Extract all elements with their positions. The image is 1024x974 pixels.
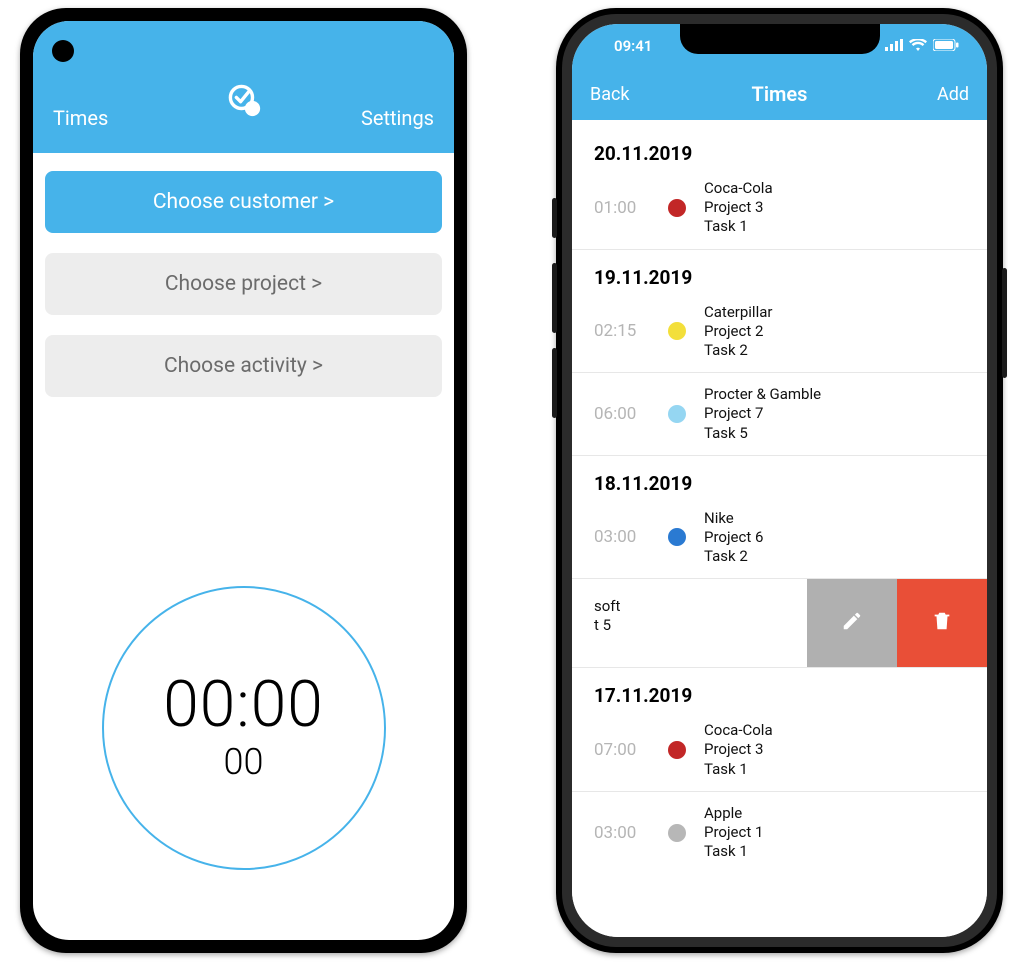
timer-sub-value: 00	[224, 741, 264, 783]
android-phone-mockup: Times Settings Choose customer > Choose …	[20, 8, 467, 953]
battery-icon	[933, 37, 959, 55]
color-dot	[668, 199, 686, 217]
app-logo-icon	[227, 83, 261, 117]
color-dot	[668, 405, 686, 423]
color-dot	[668, 322, 686, 340]
section-date: 18.11.2019	[572, 456, 987, 497]
entry-task: Task 1	[704, 760, 773, 779]
section-date: 19.11.2019	[572, 250, 987, 291]
section-date: 20.11.2019	[572, 120, 987, 167]
entry-task: Task 1	[704, 217, 773, 236]
peek-line2: t 5	[594, 616, 611, 634]
time-entry-swiped[interactable]: softt 5	[572, 579, 987, 667]
entry-project: Project 3	[704, 740, 773, 759]
entry-customer: Nike	[704, 509, 763, 528]
time-entry[interactable]: 07:00 Coca-ColaProject 3Task 1	[572, 709, 987, 791]
section-date: 17.11.2019	[572, 668, 987, 709]
color-dot	[668, 528, 686, 546]
choose-customer-button[interactable]: Choose customer >	[45, 171, 442, 233]
time-entry[interactable]: 06:00 Procter & GambleProject 7Task 5	[572, 373, 987, 455]
trash-icon	[931, 610, 953, 636]
entry-task: Task 5	[704, 424, 821, 443]
entry-duration: 01:00	[594, 198, 650, 218]
choose-project-button[interactable]: Choose project >	[45, 253, 442, 315]
pencil-icon	[841, 610, 863, 636]
time-entry[interactable]: 01:00 Coca-ColaProject 3Task 1	[572, 167, 987, 249]
right-header: Back Times Add	[572, 68, 987, 120]
entry-customer: Apple	[704, 804, 763, 823]
entry-project: Project 1	[704, 823, 763, 842]
entry-duration: 07:00	[594, 740, 650, 760]
entry-duration: 02:15	[594, 321, 650, 341]
entry-project: Project 3	[704, 198, 773, 217]
edit-action-button[interactable]	[807, 579, 897, 667]
time-entry[interactable]: 02:15 CaterpillarProject 2Task 2	[572, 291, 987, 373]
choose-activity-button[interactable]: Choose activity >	[45, 335, 442, 397]
delete-action-button[interactable]	[897, 579, 987, 667]
time-entry[interactable]: 03:00 AppleProject 1Task 1	[572, 792, 987, 874]
timer-start-button[interactable]: 00:00 00	[102, 586, 386, 870]
nav-settings[interactable]: Settings	[361, 106, 434, 130]
page-title: Times	[752, 82, 808, 106]
signal-icon	[885, 37, 903, 55]
entry-duration: 06:00	[594, 404, 650, 424]
entry-project: Project 2	[704, 322, 772, 341]
nav-times[interactable]: Times	[53, 106, 108, 130]
color-dot	[668, 741, 686, 759]
notch	[680, 24, 880, 54]
add-button[interactable]: Add	[937, 84, 969, 105]
back-button[interactable]: Back	[590, 84, 630, 105]
entry-task: Task 2	[704, 547, 763, 566]
entry-task: Task 1	[704, 842, 763, 861]
iphone-mockup: 09:41 Back Times Add 20.11.2019 01:00 Co…	[556, 8, 1003, 953]
right-screen: 09:41 Back Times Add 20.11.2019 01:00 Co…	[572, 24, 987, 937]
entry-customer: Coca-Cola	[704, 179, 773, 198]
entry-task: Task 2	[704, 341, 772, 360]
peek-line1: soft	[594, 597, 620, 615]
entry-project: Project 7	[704, 404, 821, 423]
entry-customer: Coca-Cola	[704, 721, 773, 740]
entry-customer: Caterpillar	[704, 303, 772, 322]
color-dot	[668, 824, 686, 842]
left-header: Times Settings	[33, 21, 454, 153]
entry-project: Project 6	[704, 528, 763, 547]
times-list[interactable]: 20.11.2019 01:00 Coca-ColaProject 3Task …	[572, 120, 987, 937]
status-time: 09:41	[598, 37, 652, 55]
punch-hole-camera	[52, 40, 74, 62]
timer-main-value: 00:00	[163, 673, 323, 737]
wifi-icon	[909, 37, 927, 55]
entry-customer: Procter & Gamble	[704, 385, 821, 404]
time-entry[interactable]: 03:00 NikeProject 6Task 2	[572, 497, 987, 579]
entry-duration: 03:00	[594, 823, 650, 843]
entry-duration: 03:00	[594, 527, 650, 547]
left-screen: Times Settings Choose customer > Choose …	[33, 21, 454, 940]
